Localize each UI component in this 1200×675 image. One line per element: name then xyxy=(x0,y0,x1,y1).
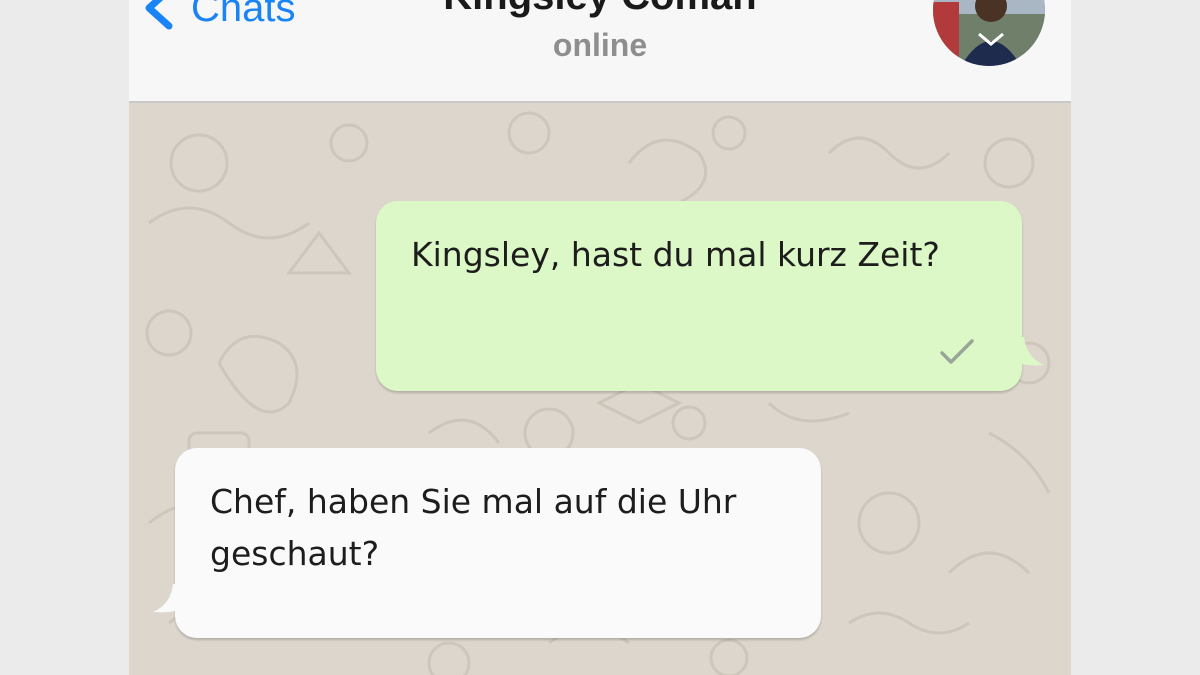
message-bubble-outgoing[interactable]: Kingsley, hast du mal kurz Zeit? xyxy=(376,201,1044,391)
message-text: Chef, haben Sie mal auf die Uhr geschaut… xyxy=(210,482,737,573)
contact-name[interactable]: Kingsley Coman xyxy=(129,0,1071,19)
single-check-icon xyxy=(940,339,974,364)
message-text: Kingsley, hast du mal kurz Zeit? xyxy=(411,235,940,274)
bubble-tail xyxy=(1004,337,1044,366)
presence-status: online xyxy=(552,27,648,63)
message-bubble-incoming[interactable]: Chef, haben Sie mal auf die Uhr geschaut… xyxy=(153,448,821,638)
chat-screen: Chats Kingsley Coman online Kingsley, ha… xyxy=(129,0,1071,675)
chat-header: Chats Kingsley Coman online xyxy=(129,0,1071,103)
bubble-tail xyxy=(153,584,193,613)
